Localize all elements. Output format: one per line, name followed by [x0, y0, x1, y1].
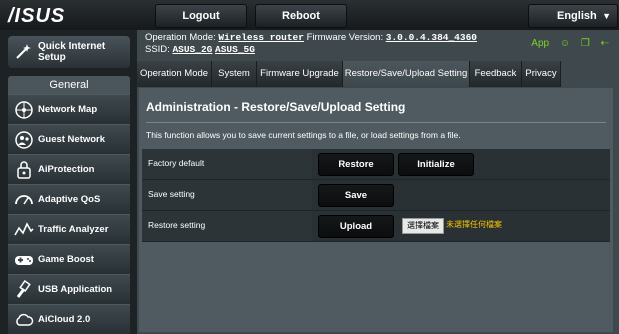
app-link[interactable]: App	[531, 38, 549, 49]
top-bar: /ISUS Logout Reboot English ▼	[0, 0, 619, 30]
traffic-icon	[14, 222, 34, 236]
usb-icon	[16, 280, 31, 298]
sidebar-item-aicloud[interactable]: AiCloud 2.0	[8, 304, 130, 334]
row-label: Restore setting	[148, 220, 206, 230]
choose-file-button[interactable]: 選擇檔案	[402, 218, 444, 234]
quick-internet-setup-label-1: Quick Internet	[38, 41, 106, 52]
sidebar-item-label: USB Application	[38, 284, 113, 295]
ssid-label: SSID:	[145, 44, 170, 55]
page-title: Administration - Restore/Save/Upload Set…	[146, 100, 406, 114]
sidebar-item-guest-network[interactable]: Guest Network	[8, 124, 130, 154]
sidebar-item-label: Game Boost	[38, 254, 94, 265]
op-mode-link[interactable]: Wireless router	[218, 32, 304, 43]
ssid-2g-link[interactable]: ASUS_2G	[172, 44, 212, 55]
status-icons: App ☺ ❐ ⇠	[523, 38, 609, 49]
no-file-text: 未選擇任何檔案	[446, 220, 502, 229]
sidebar-item-label: AiCloud 2.0	[38, 314, 91, 325]
gamepad-icon	[15, 256, 33, 265]
sidebar-section-general: General	[8, 76, 130, 94]
language-value: English	[557, 10, 597, 22]
settings-table: Factory default Restore Initialize Save …	[142, 149, 610, 242]
firmware-label: Firmware Version:	[306, 32, 384, 43]
network-map-icon	[15, 101, 33, 119]
initialize-button[interactable]: Initialize	[398, 153, 474, 176]
tab-firmware-upgrade[interactable]: Firmware Upgrade	[257, 61, 343, 87]
row-label: Save setting	[148, 189, 195, 199]
quick-internet-setup-label-2: Setup	[38, 52, 66, 63]
tab-privacy[interactable]: Privacy	[522, 61, 561, 87]
users-icon[interactable]: ☺	[560, 38, 570, 49]
quick-internet-setup-button[interactable]: Quick Internet Setup	[8, 36, 130, 68]
reboot-button[interactable]: Reboot	[255, 4, 347, 28]
sidebar-item-label: Adaptive QoS	[38, 194, 101, 205]
table-row-save-setting: Save setting Save	[142, 180, 610, 211]
upload-button[interactable]: Upload	[318, 215, 394, 238]
tab-restore-save-upload[interactable]: Restore/Save/Upload Setting	[343, 61, 470, 87]
gauge-icon	[15, 195, 33, 205]
divider	[146, 122, 606, 123]
copy-icon[interactable]: ❐	[581, 38, 590, 49]
asus-logo: /ISUS	[8, 5, 66, 27]
sidebar-item-game-boost[interactable]: Game Boost	[8, 244, 130, 274]
tab-system[interactable]: System	[212, 61, 257, 87]
sidebar-item-traffic-analyzer[interactable]: Traffic Analyzer	[8, 214, 130, 244]
settings-panel: Administration - Restore/Save/Upload Set…	[139, 88, 613, 332]
language-select[interactable]: English ▼	[528, 4, 618, 28]
main-content: Operation Mode: Wireless router Firmware…	[137, 30, 619, 334]
tab-operation-mode[interactable]: Operation Mode	[137, 61, 212, 87]
tab-feedback[interactable]: Feedback	[470, 61, 522, 87]
cloud-icon	[16, 313, 34, 326]
sidebar-item-adaptive-qos[interactable]: Adaptive QoS	[8, 184, 130, 214]
sidebar-item-label: Network Map	[38, 104, 98, 115]
sidebar-item-usb-application[interactable]: USB Application	[8, 274, 130, 304]
op-mode-label: Operation Mode:	[145, 32, 216, 43]
guest-network-icon	[15, 131, 33, 149]
status-info: Operation Mode: Wireless router Firmware…	[145, 32, 477, 56]
ssid-5g-link[interactable]: ASUS_5G	[215, 44, 255, 55]
chevron-down-icon: ▼	[602, 11, 611, 21]
sidebar: Quick Internet Setup General Network Map…	[0, 30, 136, 334]
sidebar-item-label: AiProtection	[38, 164, 95, 175]
lock-icon	[17, 161, 31, 179]
restore-button[interactable]: Restore	[318, 153, 394, 176]
tab-bar: Operation Mode System Firmware Upgrade R…	[137, 61, 619, 87]
sidebar-item-label: Traffic Analyzer	[38, 224, 109, 235]
save-button[interactable]: Save	[318, 184, 394, 207]
table-row-restore-setting: Restore setting Upload 選擇檔案 未選擇任何檔案	[142, 211, 610, 242]
firmware-link[interactable]: 3.0.0.4.384_4360	[386, 32, 477, 43]
sidebar-item-aiprotection[interactable]: AiProtection	[8, 154, 130, 184]
table-row-factory-default: Factory default Restore Initialize	[142, 149, 610, 180]
row-label: Factory default	[148, 158, 205, 168]
page-description: This function allows you to save current…	[146, 130, 461, 140]
logout-button[interactable]: Logout	[155, 4, 247, 28]
usb-status-icon[interactable]: ⇠	[601, 38, 609, 49]
wand-icon	[16, 44, 31, 59]
sidebar-item-label: Guest Network	[38, 134, 106, 145]
sidebar-item-network-map[interactable]: Network Map	[8, 94, 130, 124]
